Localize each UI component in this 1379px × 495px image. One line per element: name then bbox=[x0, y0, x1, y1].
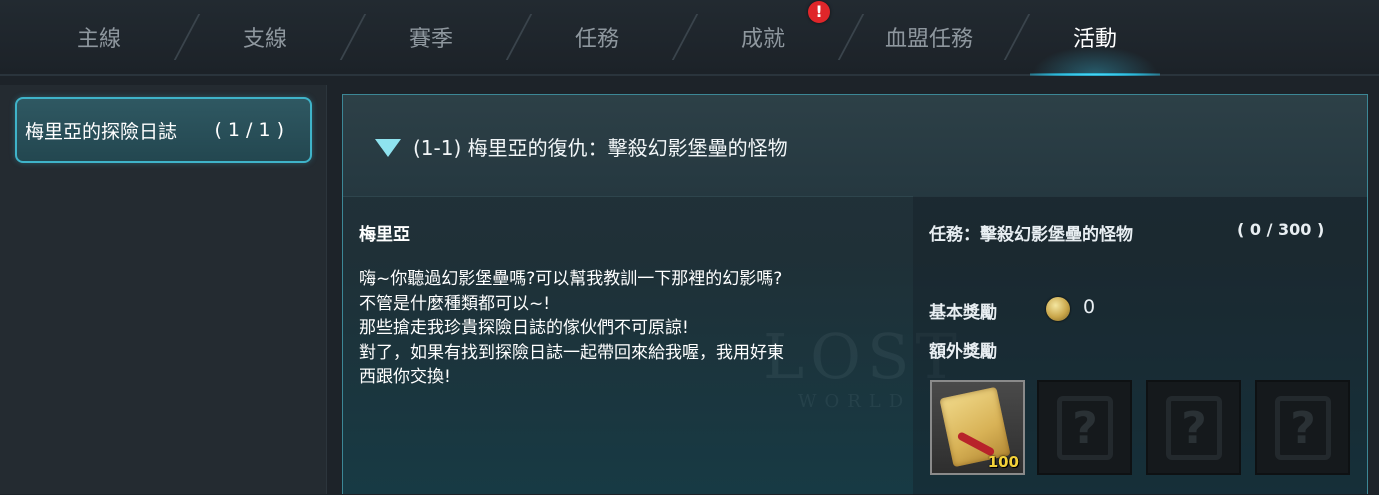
tab-label: 活動 bbox=[1072, 27, 1117, 52]
sidebar: 梅里亞的探險日誌 ( 1 / 1 ) bbox=[0, 85, 327, 494]
quest-header[interactable]: (1-1) 梅里亞的復仇：擊殺幻影堡壘的怪物 bbox=[343, 95, 1367, 197]
tab-event[interactable]: 活動 bbox=[1012, 0, 1178, 76]
dialogue-line: 嗨~你聽過幻影堡壘嗎?可以幫我教訓一下那裡的幻影嗎? bbox=[359, 269, 783, 289]
tab-main-story[interactable]: 主線 bbox=[16, 0, 182, 74]
dialogue-line: 西跟你交換! bbox=[359, 367, 451, 387]
extra-reward-label: 額外獎勵 bbox=[929, 342, 997, 362]
sidebar-item-count: ( 1 / 1 ) bbox=[214, 119, 284, 141]
coin-icon bbox=[1046, 297, 1070, 321]
mystery-gift-icon: ? bbox=[1275, 396, 1331, 460]
tab-quest[interactable]: 任務 bbox=[514, 0, 680, 74]
mystery-gift-icon: ? bbox=[1166, 396, 1222, 460]
quest-title: (1-1) 梅里亞的復仇：擊殺幻影堡壘的怪物 bbox=[413, 136, 788, 160]
basic-reward-label: 基本獎勵 bbox=[929, 303, 997, 323]
watermark-logo-sub: WORLD bbox=[798, 391, 912, 412]
quest-panel: (1-1) 梅里亞的復仇：擊殺幻影堡壘的怪物 LOST WORLD 梅里亞 嗨~… bbox=[342, 94, 1368, 495]
tab-label: 成就 bbox=[740, 27, 785, 52]
dialogue-text: 嗨~你聽過幻影堡壘嗎?可以幫我教訓一下那裡的幻影嗎? 不管是什麼種類都可以~! … bbox=[359, 267, 899, 390]
tab-side-story[interactable]: 支線 bbox=[182, 0, 348, 74]
dialogue-line: 不管是什麼種類都可以~! bbox=[359, 293, 551, 314]
sidebar-item-label: 梅里亞的探險日誌 bbox=[25, 120, 178, 143]
alert-icon: ! bbox=[808, 1, 830, 23]
sidebar-item-meria-journal[interactable]: 梅里亞的探險日誌 ( 1 / 1 ) bbox=[15, 97, 312, 163]
tab-label: 血盟任務 bbox=[884, 27, 973, 52]
task-progress: ( 0 / 300 ) bbox=[1237, 220, 1325, 239]
collapse-triangle-icon[interactable] bbox=[375, 139, 401, 157]
reward-slot-mystery[interactable]: ? bbox=[1255, 380, 1350, 475]
dialogue-line: 那些搶走我珍貴探險日誌的傢伙們不可原諒! bbox=[359, 318, 689, 338]
reward-slot-mystery[interactable]: ? bbox=[1146, 380, 1241, 475]
tab-label: 支線 bbox=[242, 27, 287, 52]
tab-label: 任務 bbox=[574, 27, 619, 52]
tab-bar: 主線 支線 賽季 任務 成就 血盟任務 活動 ! bbox=[0, 0, 1379, 76]
tab-label: 賽季 bbox=[408, 27, 453, 52]
tab-season[interactable]: 賽季 bbox=[348, 0, 514, 74]
reward-slot-mystery[interactable]: ? bbox=[1037, 380, 1132, 475]
basic-reward-value: 0 bbox=[1083, 296, 1096, 318]
reward-quantity: 100 bbox=[987, 453, 1019, 471]
dialogue-line: 對了，如果有找到探險日誌一起帶回來給我喔，我用好東 bbox=[359, 342, 784, 363]
reward-slot-scroll[interactable]: 100 bbox=[930, 380, 1025, 475]
task-objective: 任務：擊殺幻影堡壘的怪物 bbox=[929, 225, 1133, 245]
mystery-gift-icon: ? bbox=[1057, 396, 1113, 460]
tab-clan-quest[interactable]: 血盟任務 bbox=[846, 0, 1012, 74]
tab-label: 主線 bbox=[76, 27, 121, 52]
npc-name: 梅里亞 bbox=[359, 225, 410, 245]
